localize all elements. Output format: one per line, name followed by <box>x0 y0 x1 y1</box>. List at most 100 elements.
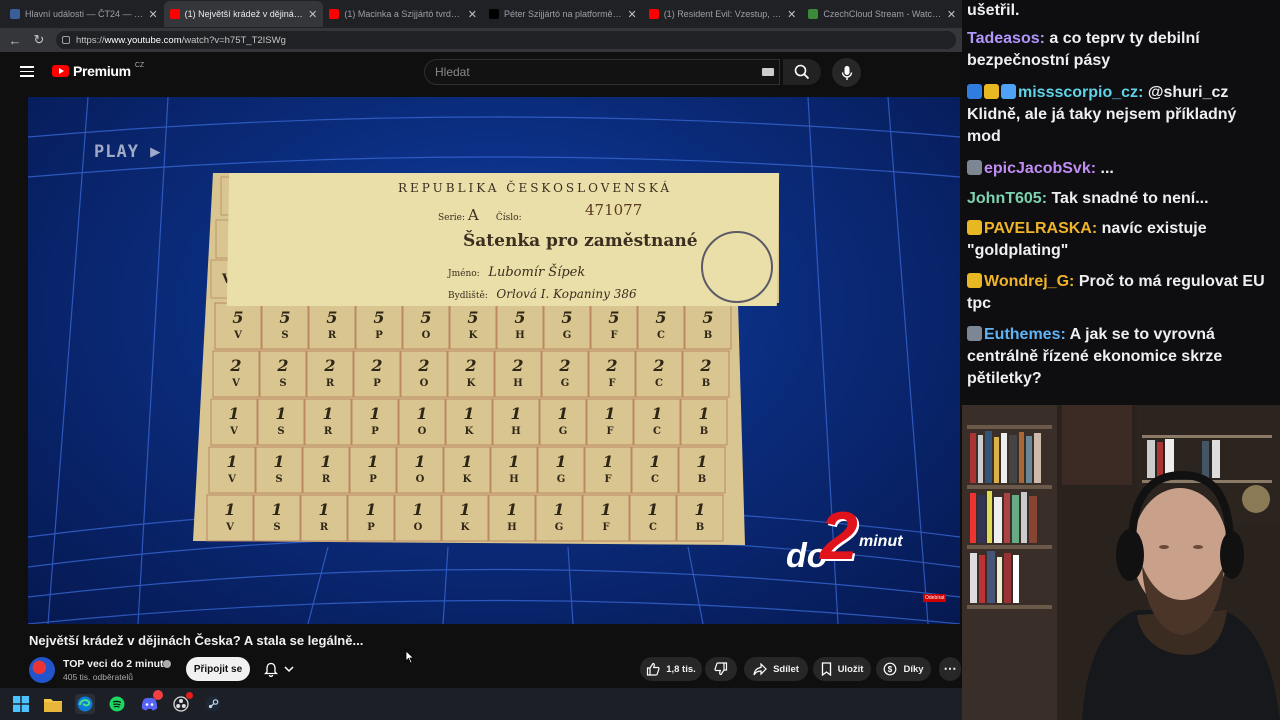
coupon-letter: G <box>555 522 564 533</box>
video-player[interactable]: PLAY ▶ IIIIIIIVVVIVIIVIIIIXX 5V5S5R5P5O5… <box>28 97 960 624</box>
chat-badge-icon <box>967 220 982 235</box>
chat-message: JohnT605: Tak snadné to není... <box>967 188 1273 210</box>
browser-tab[interactable]: Hlavní události — ČT24 — Česká televize ✕ <box>4 1 164 27</box>
dislike-button[interactable] <box>705 657 737 681</box>
tab-close-icon[interactable]: ✕ <box>947 8 956 21</box>
ticket-name: Jméno: Lubomír Šípek <box>448 265 586 280</box>
super-thanks-icon: $ <box>884 662 897 676</box>
browser-tab[interactable]: (1) Resident Evil: Vzestup, pád a zn ✕ <box>643 1 803 27</box>
tab-favicon-icon <box>808 9 819 19</box>
browser-tab[interactable]: (1) Největší krádež v dějinách Česka? A … <box>163 1 324 27</box>
tab-close-icon[interactable]: ✕ <box>787 8 796 21</box>
browser-tab[interactable]: Péter Szijjártó na platformě X: „It h ✕ <box>483 1 643 27</box>
keyboard-icon[interactable] <box>762 68 774 76</box>
thanks-button[interactable]: $ Díky <box>876 657 931 681</box>
channel-avatar[interactable] <box>29 657 55 683</box>
taskbar <box>0 688 962 720</box>
edge-browser-icon[interactable] <box>75 694 95 714</box>
youtube-premium-logo[interactable]: Premium CZ <box>52 62 144 79</box>
site-info-icon[interactable] <box>62 36 70 44</box>
discord-icon[interactable] <box>139 690 163 714</box>
coupon-value: 1 <box>604 404 615 423</box>
coupon-letter: P <box>367 522 375 533</box>
tab-bar: Hlavní události — ČT24 — Česká televize ✕… <box>0 0 962 28</box>
chat-username[interactable]: PAVELRASKA <box>984 220 1092 237</box>
coupon-value: 1 <box>367 452 378 471</box>
discord-notification-badge <box>153 690 163 700</box>
back-arrow-icon[interactable]: ← <box>8 33 22 48</box>
chat-username[interactable]: JohnT605 <box>967 190 1042 207</box>
chat-badge-icon <box>967 273 982 288</box>
save-button[interactable]: Uložit <box>813 657 871 681</box>
obs-studio-icon[interactable] <box>171 692 193 714</box>
mouse-cursor-icon <box>405 650 415 664</box>
chat-username[interactable]: Wondrej_G <box>984 273 1069 290</box>
search-button[interactable] <box>783 59 821 85</box>
coupon-value: 1 <box>275 404 286 423</box>
share-button[interactable]: Sdílet <box>744 657 808 681</box>
tab-title: CzechCloud Stream - Watch Live on <box>823 9 941 19</box>
url-field[interactable]: https://www.youtube.com/watch?v=h75T_T2I… <box>56 31 956 49</box>
join-button[interactable]: Připojit se <box>186 657 250 681</box>
more-actions-button[interactable]: ⋯ <box>939 657 961 681</box>
tab-close-icon[interactable]: ✕ <box>308 8 317 21</box>
reload-icon[interactable]: ↻ <box>32 32 46 48</box>
thumbs-up-icon <box>647 662 660 676</box>
coupon-letter: P <box>375 330 383 341</box>
coupon-value: 2 <box>323 356 335 375</box>
coupon-value: 1 <box>651 404 662 423</box>
spotify-icon[interactable] <box>107 694 127 714</box>
channel-name[interactable]: TOP veci do 2 minut <box>63 658 164 670</box>
steam-icon[interactable] <box>203 694 223 714</box>
notification-bell-button[interactable] <box>256 657 302 681</box>
coupon-value: 5 <box>608 308 619 327</box>
chat-badge-icon <box>967 84 982 99</box>
file-explorer-icon[interactable] <box>43 694 63 714</box>
webcam-feed <box>962 405 1280 720</box>
tab-favicon-icon <box>489 9 500 19</box>
chat-text: ... <box>1100 160 1114 177</box>
browser-tab[interactable]: CzechCloud Stream - Watch Live on ✕ <box>802 1 962 27</box>
browser-window: Hlavní události — ČT24 — Česká televize ✕… <box>0 0 962 688</box>
chat-username[interactable]: missscorpio_cz <box>1018 84 1138 101</box>
tab-title: (1) Resident Evil: Vzestup, pád a zn <box>663 9 783 19</box>
coupon-value: 1 <box>600 500 611 519</box>
coupon-value: 2 <box>511 356 523 375</box>
tab-close-icon[interactable]: ✕ <box>627 8 636 21</box>
coupon-letter: S <box>277 426 284 437</box>
coupon-letter: B <box>700 426 708 437</box>
coupon-letter: S <box>279 378 286 389</box>
tab-title: Hlavní události — ČT24 — Česká televize <box>25 9 143 19</box>
search-placeholder: Hledat <box>435 65 470 79</box>
browser-tab[interactable]: (1) Macinka a Szijjártó tvrdě proti EU ✕ <box>323 1 483 27</box>
hamburger-menu-icon[interactable] <box>20 66 34 77</box>
chat-username[interactable]: Tadeasos <box>967 30 1040 47</box>
bell-icon <box>264 662 278 677</box>
windows-start-icon[interactable] <box>11 694 31 714</box>
coupon-letter: S <box>273 522 280 533</box>
voice-search-button[interactable] <box>832 58 861 87</box>
coupon-value: 1 <box>647 500 658 519</box>
chat-username[interactable]: Euthemes <box>984 326 1060 343</box>
coupon-letter: H <box>515 330 524 341</box>
coupon-letter: C <box>653 426 661 437</box>
tab-close-icon[interactable]: ✕ <box>468 8 477 21</box>
tab-favicon-icon <box>329 9 340 19</box>
coupon-value: 1 <box>365 500 376 519</box>
tab-close-icon[interactable]: ✕ <box>148 8 157 21</box>
coupon-letter: V <box>227 474 236 485</box>
recording-indicator <box>186 692 193 699</box>
like-button[interactable]: 1,8 tis. <box>640 657 702 681</box>
coupon-value: 5 <box>514 308 525 327</box>
coupon-letter: B <box>702 378 710 389</box>
address-bar: ← ↻ https://www.youtube.com/watch?v=h75T… <box>0 28 962 52</box>
coupon-letter: P <box>369 474 377 485</box>
coupon-value: 1 <box>459 500 470 519</box>
coupon-letter: K <box>463 474 472 485</box>
chat-separator: : <box>1069 273 1079 290</box>
coupon-value: 5 <box>420 308 431 327</box>
subscribe-watermark[interactable]: Odebírat <box>923 594 947 602</box>
chat-username[interactable]: epicJacobSvk <box>984 160 1091 177</box>
logo-minut: minut <box>859 533 903 550</box>
search-input[interactable]: Hledat <box>424 59 780 85</box>
